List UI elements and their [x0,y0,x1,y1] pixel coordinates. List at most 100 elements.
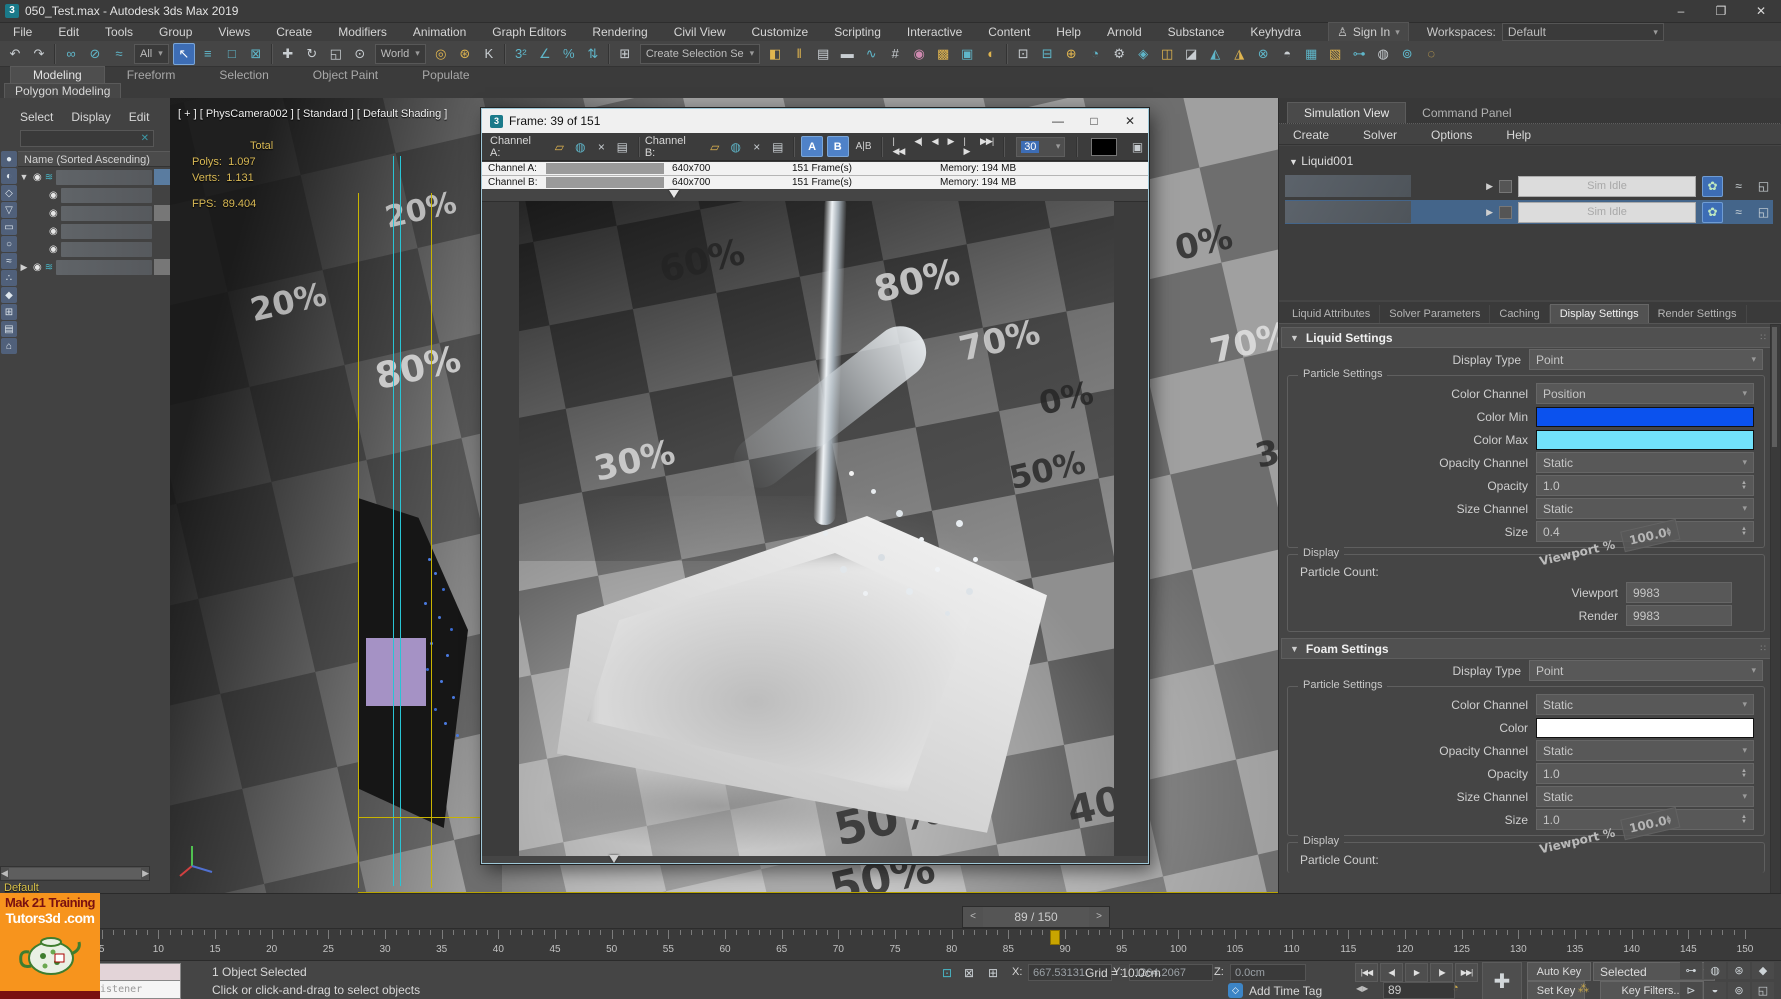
edit-named-selection-sets-icon[interactable]: ⊞ [614,43,636,65]
wave-icon[interactable]: ≈ [1729,203,1748,222]
sign-in-button[interactable]: ♙ Sign In ▾ [1328,22,1409,42]
liquid-icon[interactable]: ✿ [1702,201,1723,223]
menu-item[interactable]: Create [263,23,325,41]
display-geometry-icon[interactable]: ◐ [1,168,17,184]
toolbar-icon[interactable]: ◫ [1156,43,1178,65]
list-item[interactable]: ◉ [18,186,170,204]
display-shapes-icon[interactable]: ◇ [1,185,17,201]
zoom-region-icon[interactable]: ⊛ [1728,962,1750,979]
opacity-channel-dropdown[interactable]: Static ▾ [1536,452,1754,473]
add-time-tag[interactable]: ◇ Add Time Tag [1228,983,1322,998]
display-none-icon[interactable]: ● [1,151,17,167]
settings-tab[interactable]: Solver Parameters [1380,305,1491,323]
field-of-view-icon[interactable]: ◆ [1752,962,1774,979]
sim-idle-button[interactable]: Sim Idle [1518,201,1696,223]
eye-icon[interactable]: ◉ [33,172,42,183]
ribbon-tab[interactable]: Modeling [10,66,105,83]
selection-lock-icon[interactable]: ⊠ [960,964,978,982]
play-forward-icon[interactable]: ▶ [943,136,959,157]
selection-filter-dropdown[interactable]: All ▾ [134,43,169,64]
toolbar-icon[interactable]: ◮ [1228,43,1250,65]
reference-coordinate-dropdown[interactable]: World ▾ [374,43,426,64]
settings-tab[interactable]: Display Settings [1549,304,1649,323]
zoom-icon[interactable]: ⊶ [1680,962,1702,979]
material-editor-icon[interactable]: ◉ [908,43,930,65]
trackbar-marker[interactable] [609,855,619,863]
menu-item[interactable]: Tools [92,23,146,41]
maxscript-mini-listener[interactable]: Listener [93,980,181,999]
next-frame-icon[interactable]: |▶ [958,136,975,157]
select-and-scale-icon[interactable]: ◱ [325,43,347,65]
menu-item[interactable]: Edit [45,23,92,41]
key-steps-icon[interactable]: ⁂ [1578,982,1589,995]
explorer-search-input[interactable]: ✕ [20,130,154,147]
clear-channel-b-icon[interactable]: × [747,137,766,156]
color-min-color[interactable] [1536,406,1754,427]
scroll-left-icon[interactable]: ◀ [1,868,8,879]
settings-tab[interactable]: Liquid Attributes [1283,305,1381,323]
current-frame-field[interactable]: 89 [1383,982,1455,999]
panel-menu-item[interactable]: Help [1506,128,1531,142]
workspaces-dropdown[interactable]: Default ▾ [1501,23,1664,41]
render-setup-icon[interactable]: ▩ [932,43,954,65]
restore-button[interactable]: ❐ [1701,0,1741,22]
window-crossing-icon[interactable]: ⊠ [245,43,267,65]
bind-to-space-warp-icon[interactable]: ≈ [108,43,130,65]
schematic-view-icon[interactable]: # [884,43,906,65]
load-channel-b-icon[interactable]: ▱ [705,137,724,156]
show-channel-a-button[interactable]: A [801,136,823,157]
eye-icon[interactable]: ◉ [49,208,58,219]
list-item[interactable]: ◉ [18,222,170,240]
pan-icon[interactable]: ⊚ [1728,981,1750,999]
toolbar-icon[interactable]: ⊟ [1036,43,1058,65]
redo-icon[interactable]: ↷ [28,43,50,65]
panel-tab[interactable]: Simulation View [1287,102,1407,123]
menu-item[interactable]: Civil View [661,23,739,41]
liquid-icon[interactable]: ✿ [1702,175,1723,197]
wave-icon[interactable]: ≈ [1729,177,1748,196]
ribbon-tab[interactable]: Object Paint [291,67,400,83]
menu-item[interactable]: Help [1043,23,1094,41]
display-containers-icon[interactable]: ⊞ [1,304,17,320]
undo-icon[interactable]: ↶ [4,43,26,65]
toolbar-icon[interactable]: ◭ [1204,43,1226,65]
go-to-start-icon[interactable]: |◀◀ [888,136,910,157]
liquid-cache-row[interactable]: ▶ Sim Idle ✿ ≈ ◱ [1285,174,1773,198]
compare-ab-button[interactable]: A|B [852,141,876,152]
display-bones-icon[interactable]: ◆ [1,287,17,303]
toolbar-icon[interactable]: ◌ [1420,43,1442,65]
rendered-frame-window-icon[interactable]: ▣ [956,43,978,65]
foam-settings-header[interactable]: ▼ Foam Settings ∷ [1281,638,1773,659]
polygon-modeling-tab[interactable]: Polygon Modeling [4,83,122,98]
frame-trackbar[interactable] [482,855,1148,863]
auto-key-button[interactable]: Auto Key [1527,962,1591,981]
frame-spinner-icon[interactable]: ◀▶ [1356,984,1368,993]
size-channel-dropdown[interactable]: Static ▾ [1536,498,1754,519]
opacity-spinner[interactable]: 1.0 ▲ ▼ [1536,475,1754,496]
background-color-swatch[interactable] [1091,137,1118,156]
toolbar-icon[interactable]: ◔ [1084,43,1106,65]
panel-menu-item[interactable]: Solver [1363,128,1397,142]
display-materials-icon[interactable]: ▤ [1,321,17,337]
clear-search-icon[interactable]: ✕ [141,133,149,144]
explorer-sort-header[interactable]: Name (Sorted Ascending) [18,151,170,167]
color-color[interactable] [1536,717,1754,738]
save-channel-a-icon[interactable]: ▤ [613,137,632,156]
unlink-selection-icon[interactable]: ⊘ [84,43,106,65]
show-channel-b-button[interactable]: B [826,136,849,157]
time-configuration-icon[interactable]: ◔ [1452,982,1459,994]
ribbon-tab[interactable]: Freeform [105,67,198,83]
opacity-spinner[interactable]: 1.0 ▲ ▼ [1536,763,1754,784]
menu-item[interactable]: Customize [739,23,822,41]
ribbon-tab[interactable]: Populate [400,67,491,83]
expander-icon[interactable]: ▼ [18,172,30,182]
color-channel-dropdown[interactable]: Static ▾ [1536,694,1754,715]
snaps-toggle-icon[interactable]: 3² [510,43,532,65]
spinner-snap-icon[interactable]: ⇅ [582,43,604,65]
select-object-icon[interactable]: ↖ [172,42,195,65]
explorer-settings-icon[interactable]: ⌂ [1,338,17,354]
display-type-dropdown[interactable]: Point ▾ [1529,349,1763,370]
angle-snap-icon[interactable]: ∠ [534,43,556,65]
settings-tab[interactable]: Render Settings [1649,305,1747,323]
panel-scrollbar[interactable] [1770,324,1781,894]
